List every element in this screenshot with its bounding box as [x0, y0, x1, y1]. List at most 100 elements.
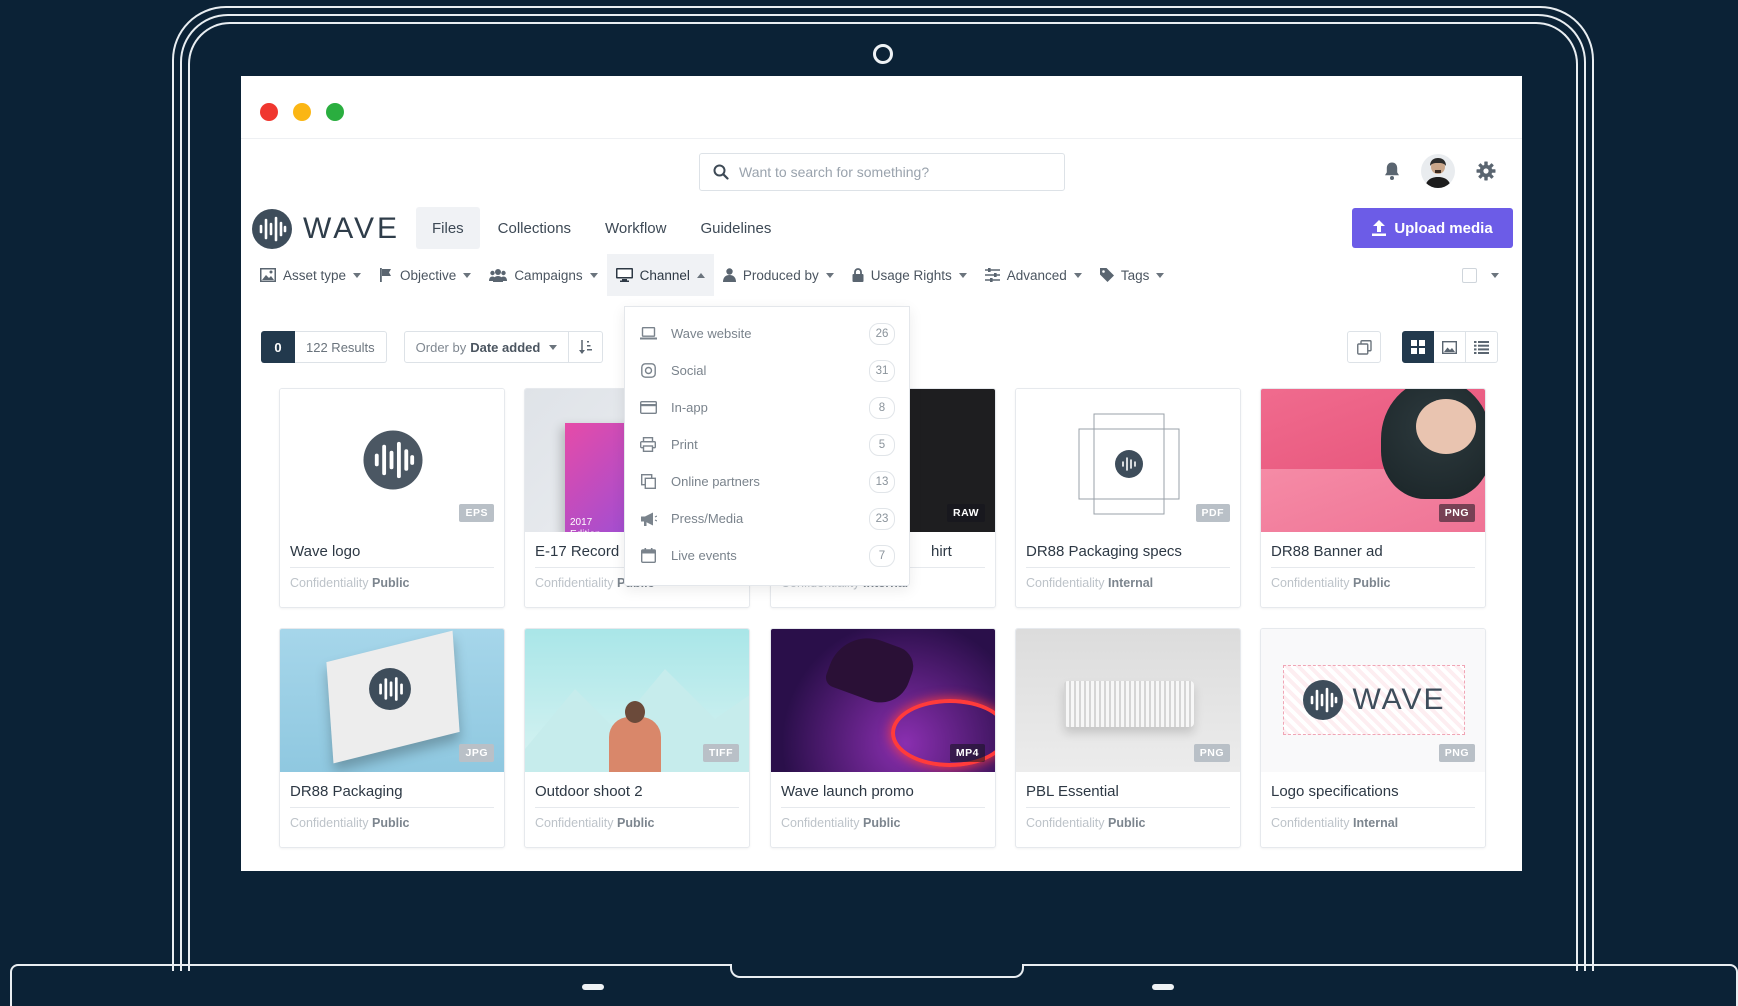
printer-icon — [639, 437, 657, 452]
filter-objective[interactable]: Objective — [370, 254, 480, 296]
face-image — [1416, 399, 1476, 454]
record-edition-label: 2017 Edition — [570, 517, 601, 532]
logo-spec-image: WAVE — [1283, 665, 1465, 735]
channel-option-print[interactable]: Print 5 — [625, 426, 909, 463]
asset-card[interactable]: JPG DR88 Packaging Confidentiality Publi… — [279, 628, 505, 848]
maximize-window-button[interactable] — [326, 103, 344, 121]
upload-media-button[interactable]: Upload media — [1352, 208, 1513, 248]
filter-label: Campaigns — [514, 267, 583, 283]
search-icon — [713, 164, 729, 180]
close-window-button[interactable] — [260, 103, 278, 121]
confidentiality-value: Public — [372, 576, 410, 590]
chevron-down-icon — [549, 344, 558, 350]
selected-count-badge[interactable]: 0 — [261, 331, 295, 363]
asset-confidentiality: Confidentiality Public — [290, 576, 494, 590]
monitor-icon — [615, 268, 633, 282]
asset-card[interactable]: PNG PBL Essential Confidentiality Public — [1015, 628, 1241, 848]
credit-card-icon — [639, 401, 657, 414]
filter-label: Channel — [639, 267, 690, 283]
channel-option-in-app[interactable]: In-app 8 — [625, 389, 909, 426]
minimize-window-button[interactable] — [293, 103, 311, 121]
asset-confidentiality: Confidentiality Public — [781, 816, 985, 830]
list-icon — [1474, 340, 1489, 354]
lock-icon — [852, 268, 864, 282]
channel-option-social[interactable]: Social 31 — [625, 352, 909, 389]
order-by-select[interactable]: Order by Date added — [403, 331, 570, 363]
channel-option-live-events[interactable]: Live events 7 — [625, 537, 909, 574]
filter-usage-rights[interactable]: Usage Rights — [843, 254, 976, 296]
confidentiality-label: Confidentiality — [290, 816, 369, 830]
filter-channel[interactable]: Channel — [606, 254, 714, 296]
channel-option-count: 26 — [869, 322, 895, 345]
confidentiality-value: Internal — [1353, 816, 1399, 830]
logo-spec-wordmark: WAVE — [1352, 683, 1446, 716]
megaphone-icon — [639, 512, 657, 526]
confidentiality-label: Confidentiality — [290, 576, 369, 590]
filter-label: Objective — [400, 267, 457, 283]
wave-logo-icon — [369, 668, 411, 710]
filter-campaigns[interactable]: Campaigns — [480, 254, 606, 296]
channel-option-count: 5 — [869, 433, 895, 456]
tab-collections[interactable]: Collections — [482, 207, 587, 249]
file-type-badge: JPG — [459, 744, 494, 762]
confidentiality-value: Public — [863, 816, 901, 830]
filter-tags[interactable]: Tags — [1091, 254, 1174, 296]
asset-confidentiality: Confidentiality Public — [1271, 576, 1475, 590]
tag-icon — [1099, 268, 1114, 282]
calendar-icon — [639, 548, 657, 563]
tab-workflow[interactable]: Workflow — [589, 207, 682, 249]
chevron-down-icon — [463, 272, 472, 278]
grid-icon — [1411, 340, 1425, 354]
file-type-badge: EPS — [459, 504, 494, 522]
image-view-button[interactable] — [1434, 331, 1466, 363]
asset-confidentiality: Confidentiality Public — [1026, 816, 1230, 830]
channel-option-wave-website[interactable]: Wave website 26 — [625, 315, 909, 352]
asset-card[interactable]: EPS Wave logo Confidentiality Public — [279, 388, 505, 608]
channel-option-count: 13 — [869, 470, 895, 493]
asset-card[interactable]: PNG DR88 Banner ad Confidentiality Publi… — [1260, 388, 1486, 608]
grid-view-button[interactable] — [1402, 331, 1434, 363]
channel-option-label: Online partners — [671, 474, 760, 489]
tab-files[interactable]: Files — [416, 207, 480, 249]
tab-guidelines[interactable]: Guidelines — [684, 207, 787, 249]
sort-direction-button[interactable] — [569, 331, 604, 363]
filter-asset-type[interactable]: Asset type — [251, 254, 370, 296]
packaging-dieline-image — [1078, 413, 1180, 515]
brand-logo[interactable]: WAVE — [251, 208, 400, 250]
filter-produced-by[interactable]: Produced by — [714, 254, 843, 296]
asset-confidentiality: Confidentiality Public — [290, 816, 494, 830]
asset-name: DR88 Banner ad — [1271, 532, 1475, 568]
list-view-button[interactable] — [1466, 331, 1498, 363]
asset-thumbnail: MP4 — [771, 629, 995, 772]
search-input[interactable] — [737, 163, 1041, 181]
select-all-checkbox[interactable] — [1462, 268, 1477, 283]
channel-option-label: Social — [671, 363, 707, 378]
confidentiality-label: Confidentiality — [1026, 816, 1105, 830]
copy-button[interactable] — [1347, 331, 1381, 363]
asset-card[interactable]: PDF DR88 Packaging specs Confidentiality… — [1015, 388, 1241, 608]
window-titlebar — [241, 76, 1522, 139]
chevron-down-icon[interactable] — [1491, 273, 1499, 278]
person-head-image — [625, 701, 645, 723]
channel-option-online-partners[interactable]: Online partners 13 — [625, 463, 909, 500]
search-bar[interactable] — [699, 153, 1065, 191]
confidentiality-value: Public — [372, 816, 410, 830]
channel-option-count: 7 — [869, 544, 895, 567]
wave-logo-icon — [1303, 680, 1344, 720]
asset-card[interactable]: WAVE PNG Logo specifications Confidentia… — [1260, 628, 1486, 848]
bell-icon[interactable] — [1382, 161, 1402, 181]
file-type-badge: PDF — [1195, 504, 1230, 522]
asset-card[interactable]: MP4 Wave launch promo Confidentiality Pu… — [770, 628, 996, 848]
file-type-badge: TIFF — [702, 744, 739, 762]
order-by-value: Date added — [470, 339, 541, 355]
filter-advanced[interactable]: Advanced — [976, 254, 1091, 296]
channel-option-press-media[interactable]: Press/Media 23 — [625, 500, 909, 537]
asset-card[interactable]: TIFF Outdoor shoot 2 Confidentiality Pub… — [524, 628, 750, 848]
avatar[interactable] — [1421, 154, 1455, 188]
gear-icon[interactable] — [1475, 160, 1497, 182]
app-window: WAVE Files Collections Workflow Guidelin… — [241, 76, 1522, 871]
results-toolbar: 0 122 Results Order by Date added — [261, 331, 604, 363]
confidentiality-label: Confidentiality — [535, 576, 614, 590]
wave-logo-icon — [363, 430, 423, 490]
instagram-icon — [639, 363, 657, 378]
